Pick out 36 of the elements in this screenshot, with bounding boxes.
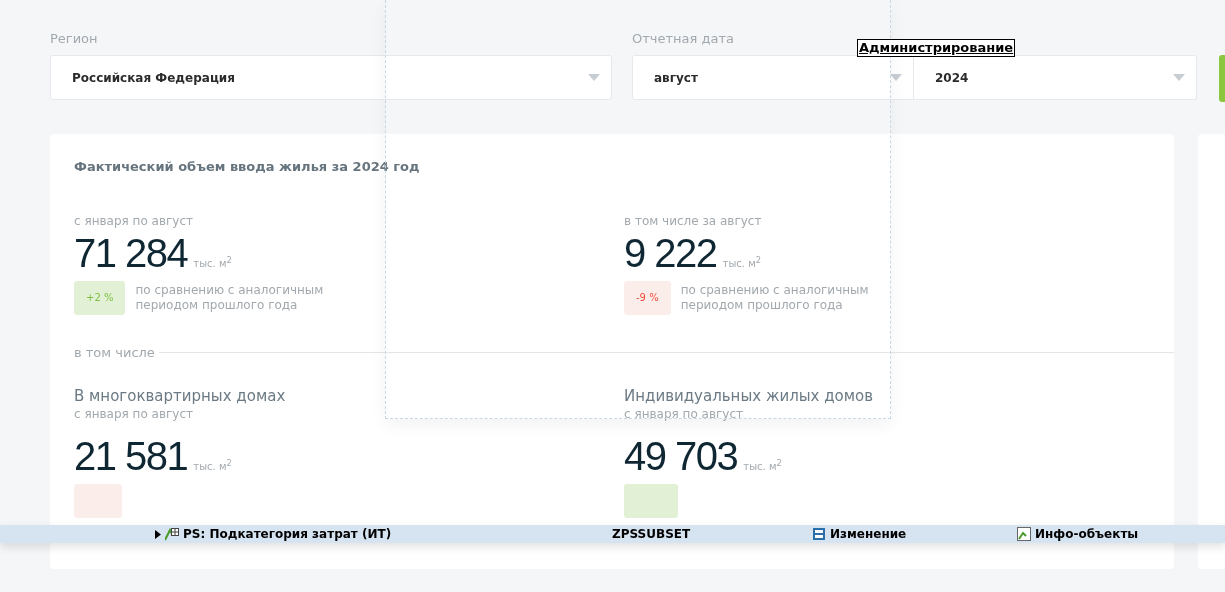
stat-caption: с января по август: [74, 406, 193, 422]
stat-caption: с января по август: [74, 213, 193, 229]
tooltip: Администрирование: [857, 39, 1016, 57]
stat-value: 71 284: [74, 231, 188, 275]
stat-heading: В многоквартирных домах: [74, 386, 286, 406]
year-select[interactable]: 2024: [914, 55, 1197, 100]
stat-value: 21 581: [74, 434, 188, 478]
comparison-note: по сравнению с аналогичным периодом прошлого года: [135, 283, 325, 313]
table-cell: ZPSSUBSET: [612, 527, 691, 541]
table-cell: Инфо-объекты: [1035, 527, 1139, 541]
section-label: в том числе: [74, 345, 155, 360]
table-row[interactable]: PS: Подкатегория затрат (ИТ) ZPSSUBSET Изменение Инфо-объекты: [0, 525, 1225, 543]
month-select[interactable]: август: [632, 55, 914, 100]
stat-unit: тыс. м$^{2}$: [193, 457, 232, 472]
caret-icon: [588, 74, 600, 81]
stat-caption: с января по август: [624, 406, 743, 422]
stat-caption: в том числе за август: [624, 213, 762, 229]
expand-icon[interactable]: [155, 529, 161, 539]
caret-icon: [1173, 74, 1185, 81]
stat-value: 49 703: [624, 434, 738, 478]
document-icon: [812, 527, 826, 541]
stat-unit: тыс. м$^{2}$: [722, 254, 762, 269]
change-badge: -9 %: [624, 281, 671, 315]
stat-value: 9 222: [624, 231, 717, 275]
change-badge: +2 %: [74, 281, 126, 315]
stat-unit: тыс. м$^{2}$: [743, 457, 782, 472]
region-select[interactable]: Российская Федерация: [50, 55, 612, 100]
stat-unit: тыс. м$^{2}$: [193, 254, 232, 269]
caret-icon: [890, 74, 902, 81]
stat-heading: Индивидуальных жилых домов: [624, 386, 874, 406]
comparison-note: по сравнению с аналогичным периодом прошлого года: [680, 283, 870, 313]
table-cell: PS: Подкатегория затрат (ИТ): [183, 527, 392, 541]
filter-label: Отчетная дата: [632, 30, 735, 47]
table-cell: Изменение: [830, 527, 907, 541]
filter-label: Регион: [50, 30, 99, 47]
card-title: Фактический объем ввода жилья за 2024 год: [74, 159, 420, 174]
